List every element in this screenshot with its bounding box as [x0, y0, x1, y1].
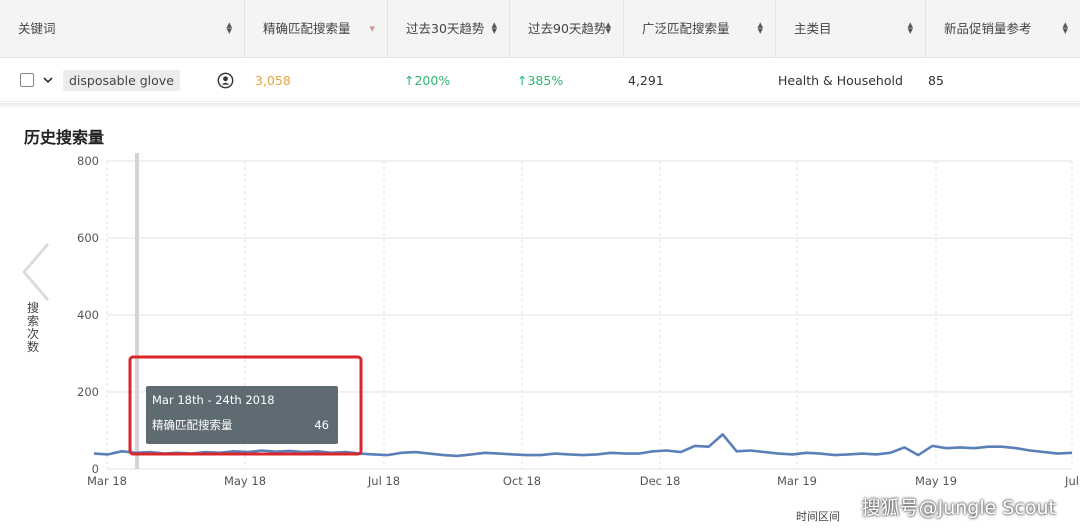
- x-tick-label: Mar 19: [777, 474, 817, 488]
- tooltip: Mar 18th - 24th 2018 精确匹配搜索量 46: [146, 386, 338, 444]
- y-tick-label: 600: [77, 231, 99, 245]
- y-tick-label: 800: [77, 154, 99, 168]
- tooltip-value: 46: [314, 418, 329, 432]
- x-tick-label: Mar 18: [87, 474, 127, 488]
- y-tick-label: 200: [77, 385, 99, 399]
- watermark: 搜狐号@Jungle Scout: [861, 497, 1056, 519]
- x-tick-label: Jul 18: [367, 474, 400, 488]
- x-tick-label: May 19: [915, 474, 957, 488]
- tooltip-date: Mar 18th - 24th 2018: [152, 393, 275, 407]
- x-tick-label: May 18: [224, 474, 266, 488]
- x-tick-label: Jul: [1064, 474, 1079, 488]
- x-axis-label: 时间区间: [796, 510, 840, 523]
- x-tick-label: Dec 18: [640, 474, 681, 488]
- tooltip-series-label: 精确匹配搜索量: [152, 418, 233, 432]
- y-tick-label: 400: [77, 308, 99, 322]
- search-volume-chart: 0200400600800Mar 18 May 18 Jul 18 Oct 18 Dec…: [77, 153, 1079, 488]
- x-tick-label: Oct 18: [503, 474, 541, 488]
